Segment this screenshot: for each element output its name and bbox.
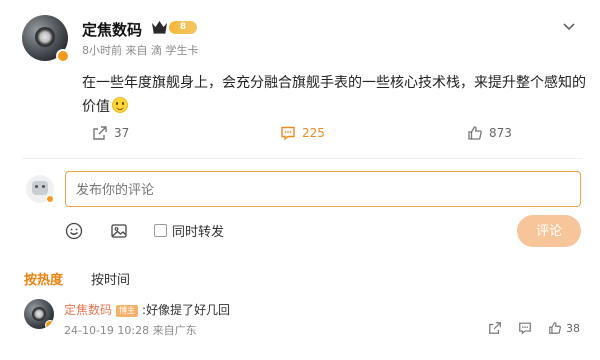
- repost-button[interactable]: 37: [92, 122, 129, 144]
- chevron-down-icon[interactable]: [562, 19, 576, 33]
- verified-badge-icon: [56, 49, 70, 63]
- author-badge: 博主: [116, 305, 139, 317]
- composer-toolbar: [0, 218, 600, 244]
- reply-text: :好像提了好几回: [142, 303, 231, 317]
- crown-icon: [152, 21, 167, 34]
- reply-actions: 38: [0, 321, 600, 339]
- camera-lens-icon: [32, 307, 46, 321]
- repost-icon: [489, 322, 501, 334]
- reply-content: 定焦数码 博主:好像提了好几回: [64, 301, 230, 318]
- emoji-icon[interactable]: [65, 222, 83, 240]
- reply-repost-button[interactable]: [488, 321, 502, 335]
- post-actions: 37 225 873: [0, 122, 600, 144]
- repost-checkbox[interactable]: [154, 224, 167, 237]
- reply-like-button[interactable]: 38: [548, 321, 580, 335]
- reply-comment-button[interactable]: [518, 321, 532, 335]
- level-badge: 8: [169, 21, 197, 34]
- smile-emoji-icon: [112, 97, 128, 113]
- repost-label: 同时转发: [172, 225, 225, 240]
- post-header: 定焦数码 8 8小时前 来自 滴 学生卡: [22, 15, 582, 65]
- current-user-avatar: [26, 175, 54, 203]
- comment-icon: [281, 126, 295, 141]
- tab-hot[interactable]: 按热度: [24, 269, 63, 288]
- like-button[interactable]: 873: [467, 122, 512, 144]
- post-content: 在一些年度旗舰身上，会充分融合旗舰手表的一些核心技术栈，来提升整个感知的价值: [82, 71, 587, 119]
- tab-time[interactable]: 按时间: [91, 269, 130, 288]
- like-icon: [468, 126, 482, 140]
- author-name[interactable]: 定焦数码: [82, 19, 142, 40]
- comment-icon: [519, 322, 531, 335]
- comment-button[interactable]: 225: [280, 122, 325, 144]
- image-icon[interactable]: [110, 222, 128, 240]
- post-text: 在一些年度旗舰身上，会充分融合旗舰手表的一些核心技术栈，来提升整个感知的价值: [82, 75, 586, 115]
- comment-count: 225: [302, 126, 325, 140]
- post-meta: 8小时前 来自 滴 学生卡: [82, 44, 199, 57]
- divider: [22, 158, 582, 159]
- reply-user[interactable]: 定焦数码: [64, 303, 112, 317]
- like-icon: [549, 322, 561, 334]
- comment-input[interactable]: [65, 171, 581, 207]
- repost-icon: [93, 126, 107, 140]
- submit-comment-button[interactable]: 评论: [517, 215, 581, 247]
- camera-lens-icon: [35, 27, 55, 47]
- repost-count: 37: [114, 126, 130, 140]
- reply-like-count: 38: [566, 321, 580, 335]
- like-count: 873: [489, 126, 512, 140]
- status-dot: [46, 195, 54, 203]
- robot-avatar-icon: [32, 181, 48, 195]
